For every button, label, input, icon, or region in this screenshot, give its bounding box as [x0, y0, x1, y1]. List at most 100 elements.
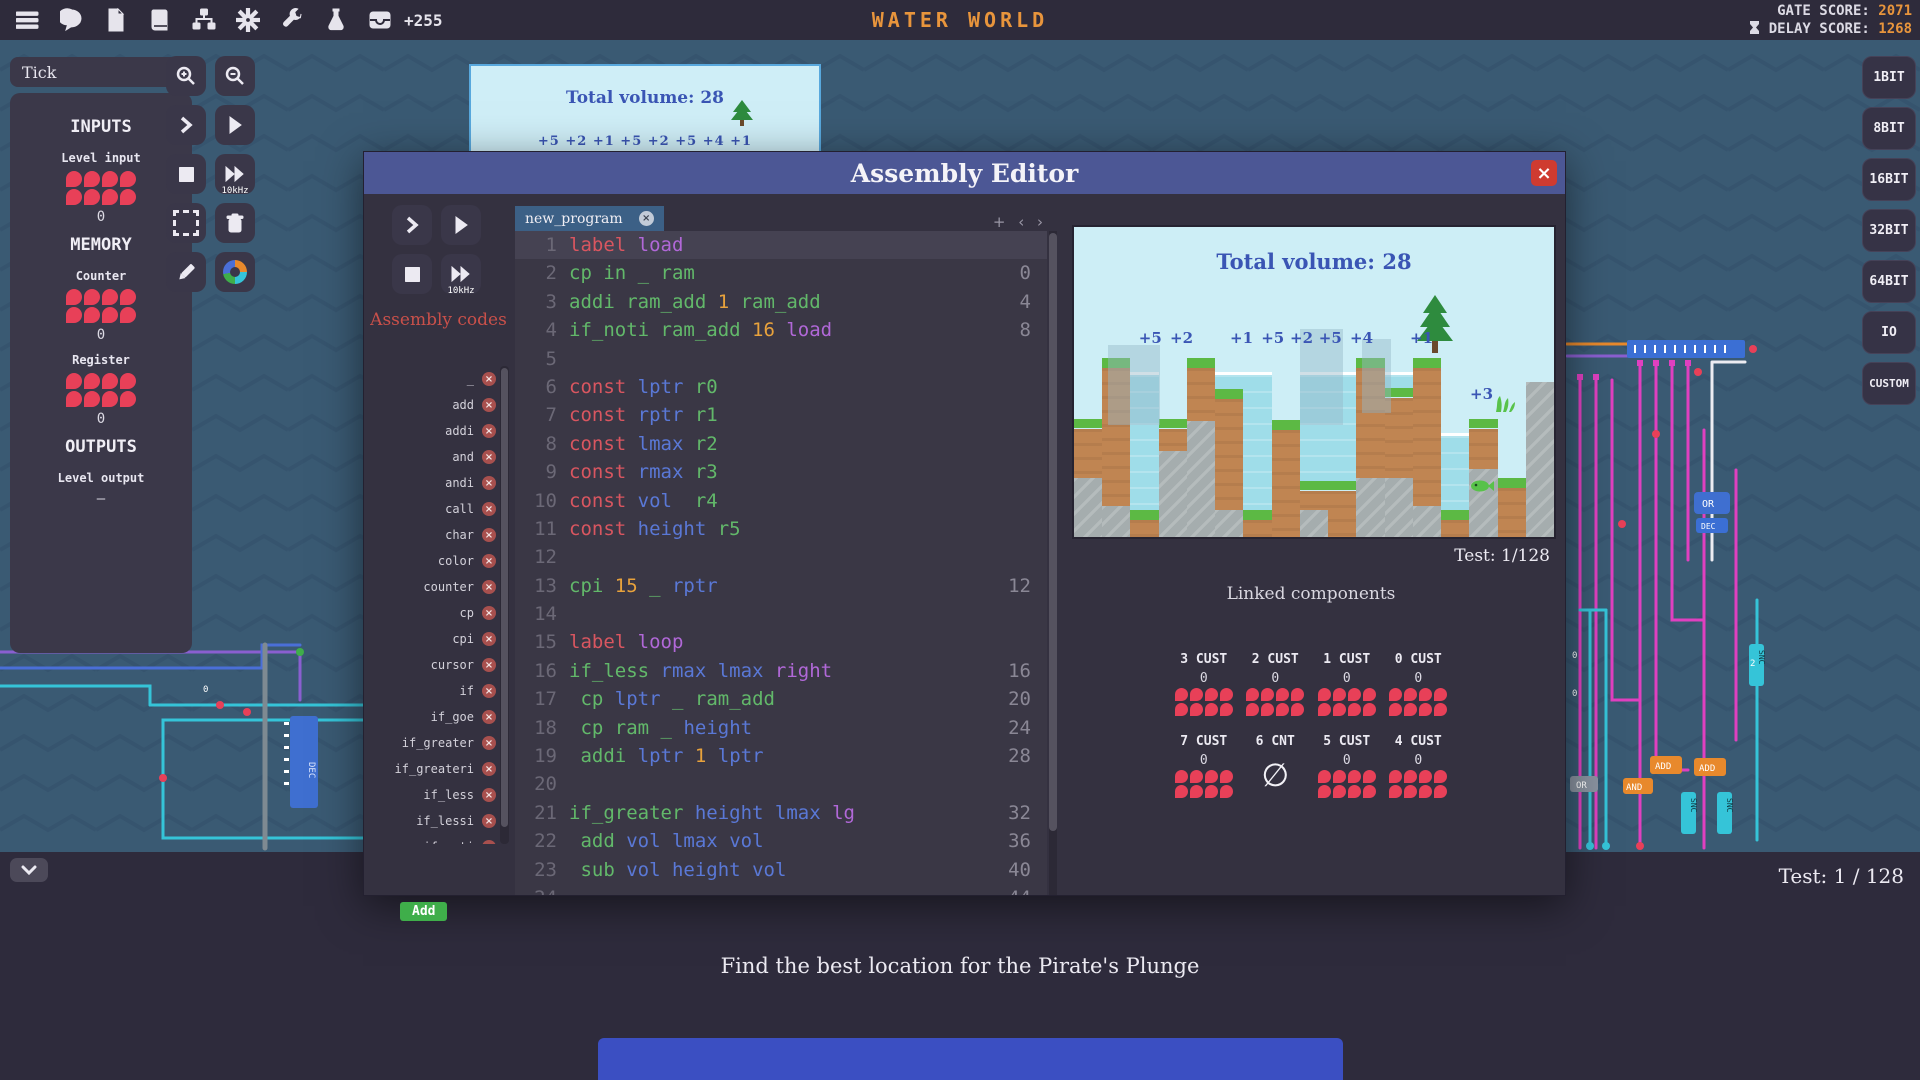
zoom-in-button[interactable] [166, 56, 206, 96]
asm-code-item[interactable]: call × [372, 496, 496, 522]
delete-code-icon[interactable]: × [482, 658, 496, 672]
add-code-button[interactable]: Add [400, 902, 448, 921]
code-line[interactable]: 13 cpi 15 _ rptr 12 [515, 572, 1047, 600]
sidebar-item-8bit[interactable]: 8BIT [1862, 107, 1916, 150]
bottom-progress-bar[interactable] [598, 1038, 1343, 1080]
code-line[interactable]: 4 if_noti ram_add 16 load 8 [515, 316, 1047, 344]
sidebar-item-32bit[interactable]: 32BIT [1862, 209, 1916, 252]
asm-code-item[interactable]: if_greateri × [372, 756, 496, 782]
code-line[interactable]: 9 const rmax r3 [515, 458, 1047, 486]
code-line[interactable]: 1 label load [515, 231, 1047, 260]
linked-component[interactable]: 5 CUST 0 [1316, 734, 1378, 798]
asm-code-item[interactable]: char × [372, 522, 496, 548]
asm-stop-button[interactable] [392, 254, 432, 294]
delete-code-icon[interactable]: × [482, 762, 496, 776]
sidebar-item-64bit[interactable]: 64BIT [1862, 260, 1916, 303]
asm-code-item[interactable]: _ × [372, 366, 496, 392]
asm-fast-forward-button[interactable]: 10kHz [441, 254, 481, 296]
edit-button[interactable] [166, 252, 206, 292]
asm-code-item[interactable]: if_goe × [372, 704, 496, 730]
delete-code-icon[interactable]: × [482, 684, 496, 698]
asm-code-item[interactable]: cursor × [372, 652, 496, 678]
code-line[interactable]: 14 [515, 600, 1047, 628]
sidebar-item-custom[interactable]: CUSTOM [1862, 362, 1916, 405]
asm-step-button[interactable] [392, 205, 432, 245]
code-line[interactable]: 6 const lptr r0 [515, 373, 1047, 401]
code-line[interactable]: 2 cp in _ ram 0 [515, 259, 1047, 287]
delete-code-icon[interactable]: × [482, 840, 496, 844]
tab-new-program[interactable]: new_program × [515, 206, 664, 231]
code-line[interactable]: 7 const rptr r1 [515, 401, 1047, 429]
tick-bar[interactable]: Tick − [10, 57, 192, 87]
code-line[interactable]: 20 [515, 770, 1047, 798]
asm-code-item[interactable]: color × [372, 548, 496, 574]
delete-code-icon[interactable]: × [482, 736, 496, 750]
code-line[interactable]: 24 44 [515, 884, 1047, 895]
code-line[interactable]: 5 [515, 345, 1047, 373]
codes-scrollbar-thumb[interactable] [501, 368, 508, 827]
code-line[interactable]: 19 addi lptr 1 lptr 28 [515, 742, 1047, 770]
tab-close-icon[interactable]: × [638, 211, 654, 226]
asm-code-item[interactable]: if × [372, 678, 496, 704]
sidebar-item-1bit[interactable]: 1BIT [1862, 56, 1916, 99]
delete-code-icon[interactable]: × [482, 788, 496, 802]
component-register[interactable]: Register 0 [10, 353, 192, 427]
code-line[interactable]: 18 cp ram _ height 24 [515, 714, 1047, 742]
code-scrollbar[interactable] [1049, 231, 1057, 895]
code-line[interactable]: 16 if_less rmax lmax right 16 [515, 657, 1047, 685]
delete-code-icon[interactable]: × [482, 710, 496, 724]
asm-code-item[interactable]: cp × [372, 600, 496, 626]
linked-component[interactable]: 0 CUST 0 [1388, 652, 1450, 716]
component-counter[interactable]: Counter 0 [10, 269, 192, 343]
delete-code-icon[interactable]: × [482, 606, 496, 620]
code-line[interactable]: 10 const vol r4 [515, 487, 1047, 515]
linked-component[interactable]: 2 CUST 0 [1245, 652, 1307, 716]
component-level-output[interactable]: Level output – [10, 471, 192, 507]
delete-code-icon[interactable]: × [482, 580, 496, 594]
delete-button[interactable] [215, 203, 255, 243]
asm-code-item[interactable]: addi × [372, 418, 496, 444]
linked-component[interactable]: 1 CUST 0 [1316, 652, 1378, 716]
code-line[interactable]: 22 add vol lmax vol 36 [515, 827, 1047, 855]
asm-code-item[interactable]: if_greater × [372, 730, 496, 756]
delete-code-icon[interactable]: × [482, 814, 496, 828]
collapse-button[interactable] [10, 858, 48, 882]
asm-code-item[interactable]: counter × [372, 574, 496, 600]
code-line[interactable]: 3 addi ram_add 1 ram_add 4 [515, 288, 1047, 316]
sidebar-item-16bit[interactable]: 16BIT [1862, 158, 1916, 201]
delete-code-icon[interactable]: × [482, 372, 496, 386]
delete-code-icon[interactable]: × [482, 502, 496, 516]
sidebar-item-io[interactable]: IO [1862, 311, 1916, 354]
select-button[interactable] [166, 203, 206, 243]
delete-code-icon[interactable]: × [482, 450, 496, 464]
modal-titlebar[interactable]: Assembly Editor × [364, 152, 1565, 194]
stop-button[interactable] [166, 154, 206, 194]
linked-component[interactable]: 4 CUST 0 [1388, 734, 1450, 798]
code-line[interactable]: 8 const lmax r2 [515, 430, 1047, 458]
linked-component[interactable]: 6 CNT ∅ [1245, 734, 1307, 798]
asm-code-item[interactable]: andi × [372, 470, 496, 496]
close-button[interactable]: × [1531, 160, 1557, 186]
code-editor[interactable]: 1 label load 2 cp in _ ram 0 3 addi ram_add 1 … [515, 231, 1047, 895]
delete-code-icon[interactable]: × [482, 476, 496, 490]
delete-code-icon[interactable]: × [482, 554, 496, 568]
asm-code-item[interactable]: if_lessi × [372, 808, 496, 834]
asm-play-button[interactable] [441, 205, 481, 245]
delete-code-icon[interactable]: × [482, 632, 496, 646]
step-button[interactable] [166, 105, 206, 145]
codes-scrollbar[interactable] [500, 366, 509, 844]
asm-code-item[interactable]: if_less × [372, 782, 496, 808]
play-button[interactable] [215, 105, 255, 145]
code-line[interactable]: 12 [515, 543, 1047, 571]
asm-code-item[interactable]: and × [372, 444, 496, 470]
code-line[interactable]: 21 if_greater height lmax lg 32 [515, 799, 1047, 827]
tab-controls[interactable]: + ‹ › [993, 213, 1047, 231]
code-scrollbar-thumb[interactable] [1049, 233, 1057, 831]
fast-forward-button[interactable]: 10kHz [215, 154, 255, 196]
linked-component[interactable]: 7 CUST 0 [1173, 734, 1235, 798]
delete-code-icon[interactable]: × [482, 398, 496, 412]
code-line[interactable]: 23 sub vol height vol 40 [515, 856, 1047, 884]
delete-code-icon[interactable]: × [482, 528, 496, 542]
delete-code-icon[interactable]: × [482, 424, 496, 438]
code-line[interactable]: 11 const height r5 [515, 515, 1047, 543]
